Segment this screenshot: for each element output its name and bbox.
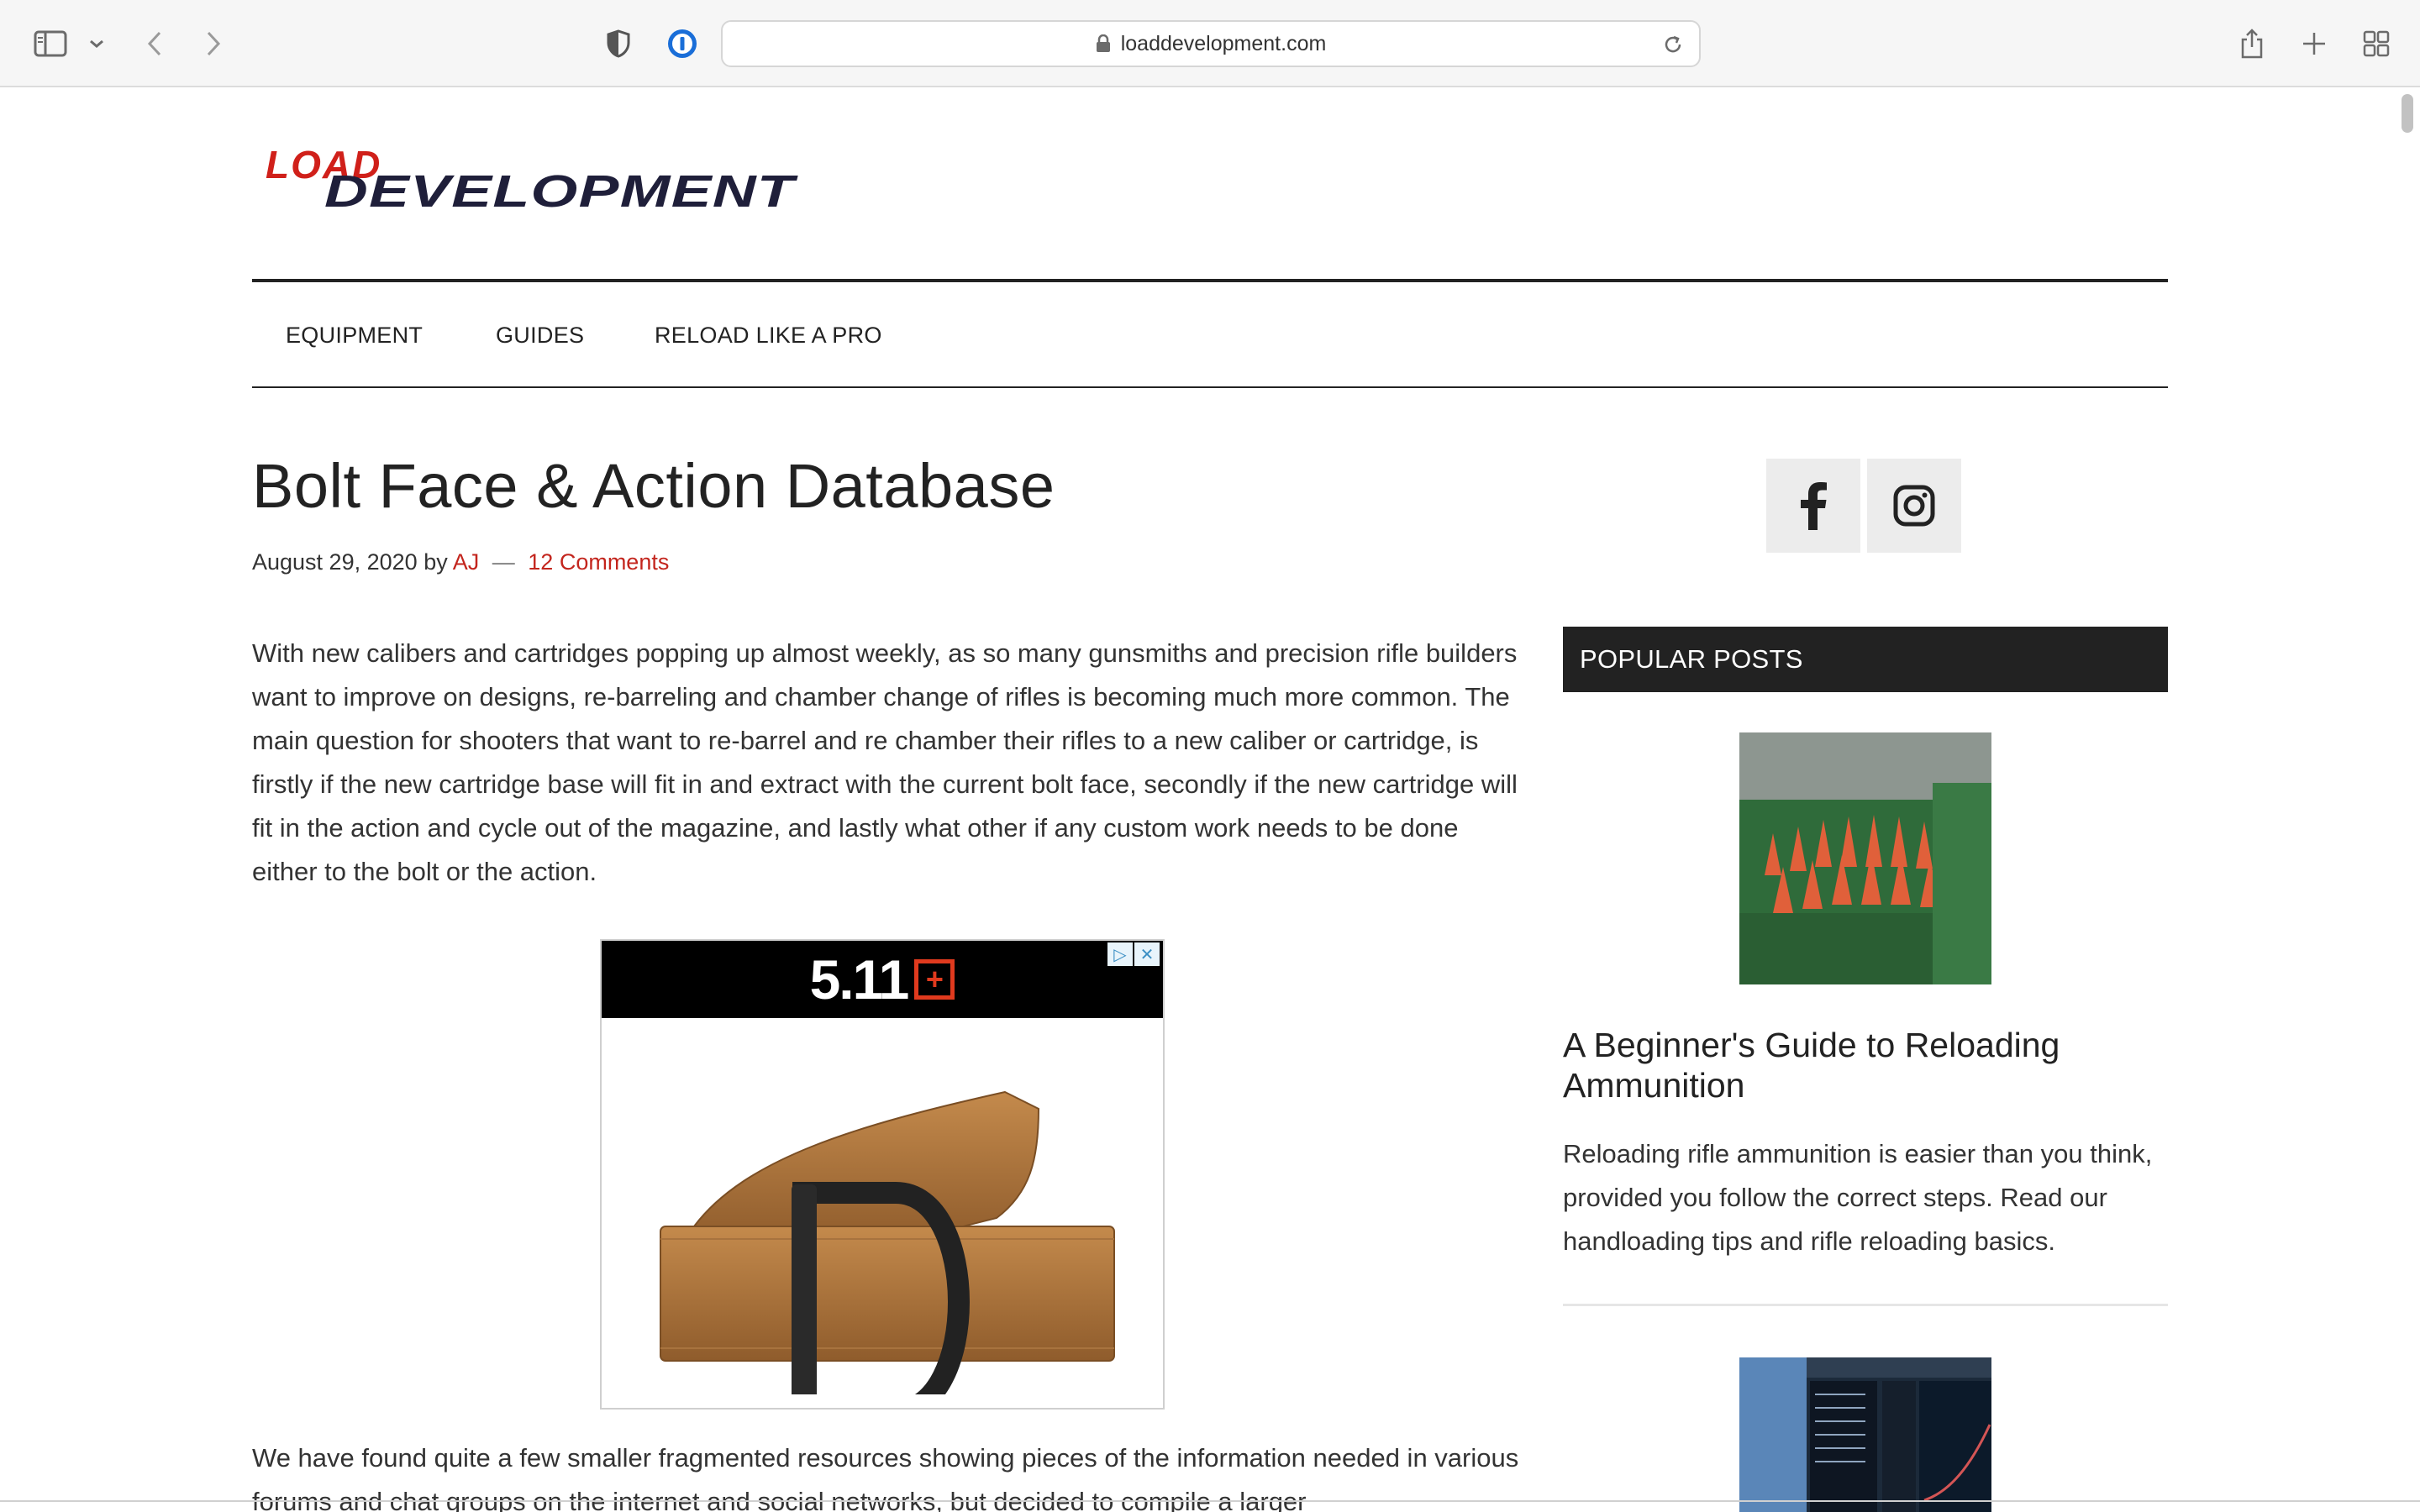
ad-header: 5.11 + <box>602 941 1163 1018</box>
popular-posts-heading: POPULAR POSTS <box>1563 627 2168 692</box>
article-title: Bolt Face & Action Database <box>252 451 1055 521</box>
post-divider <box>1563 1304 2168 1306</box>
post-date: August 29, 2020 <box>252 549 418 575</box>
ad-choices-icon[interactable]: ▷ <box>1107 942 1133 966</box>
back-arrow-icon[interactable] <box>138 25 171 62</box>
instagram-icon[interactable] <box>1867 459 1961 553</box>
logo-bottom-text: DEVELOPMENT <box>324 166 798 215</box>
share-icon[interactable] <box>2233 24 2270 64</box>
plus-icon[interactable] <box>2296 25 2333 62</box>
site-logo[interactable]: LOAD DEVELOPMENT <box>260 139 807 217</box>
web-page: LOAD DEVELOPMENT EQUIPMENT GUIDES RELOAD… <box>0 89 2420 1512</box>
url-text: loaddevelopment.com <box>1120 31 1327 55</box>
nav-item-reload-like-a-pro[interactable]: RELOAD LIKE A PRO <box>655 323 882 349</box>
advertisement[interactable]: 5.11 + ▷ ✕ <box>600 939 1165 1410</box>
popular-post-title[interactable]: A Beginner's Guide to Reloading Ammuniti… <box>1563 1025 2168 1105</box>
ad-brand-mark: + <box>914 959 955 1000</box>
comments-link[interactable]: 12 Comments <box>528 549 669 575</box>
article-meta: August 29, 2020 by AJ — 12 Comments <box>252 549 669 575</box>
window-bottom-edge <box>0 1500 2420 1502</box>
post-thumbnail-ammo-box[interactable] <box>1739 732 1991 984</box>
chevron-down-icon[interactable] <box>84 32 109 55</box>
forward-arrow-icon[interactable] <box>197 25 230 62</box>
popular-post-excerpt: Reloading rifle ammunition is easier tha… <box>1563 1139 2153 1256</box>
privacy-shield-icon[interactable] <box>602 25 635 62</box>
meta-separator: — <box>492 549 515 575</box>
belt-image <box>644 1058 1123 1408</box>
nav-item-equipment[interactable]: EQUIPMENT <box>286 323 423 349</box>
byline-by: by <box>424 549 448 575</box>
ad-brand-logo: 5.11 <box>809 948 910 1011</box>
nav-item-guides[interactable]: GUIDES <box>496 323 584 349</box>
tab-overview-icon[interactable] <box>2358 25 2395 62</box>
facebook-icon[interactable] <box>1766 459 1860 553</box>
password-manager-icon[interactable] <box>664 25 701 62</box>
main-navigation: EQUIPMENT GUIDES RELOAD LIKE A PRO <box>252 279 2168 388</box>
scrollbar-thumb[interactable] <box>2402 94 2413 133</box>
author-link[interactable]: AJ <box>453 549 480 575</box>
post-thumbnail-ballistics-screen[interactable] <box>1739 1357 1991 1512</box>
address-bar[interactable]: loaddevelopment.com <box>721 20 1701 67</box>
browser-toolbar: loaddevelopment.com <box>0 0 2420 87</box>
sidebar-icon[interactable] <box>32 25 69 62</box>
article-paragraph-1: With new calibers and cartridges popping… <box>252 638 1518 886</box>
close-icon[interactable]: ✕ <box>1134 942 1160 966</box>
ad-controls: ▷ ✕ <box>1107 942 1160 966</box>
lock-icon <box>1096 34 1111 53</box>
reload-icon[interactable] <box>1662 34 1684 60</box>
